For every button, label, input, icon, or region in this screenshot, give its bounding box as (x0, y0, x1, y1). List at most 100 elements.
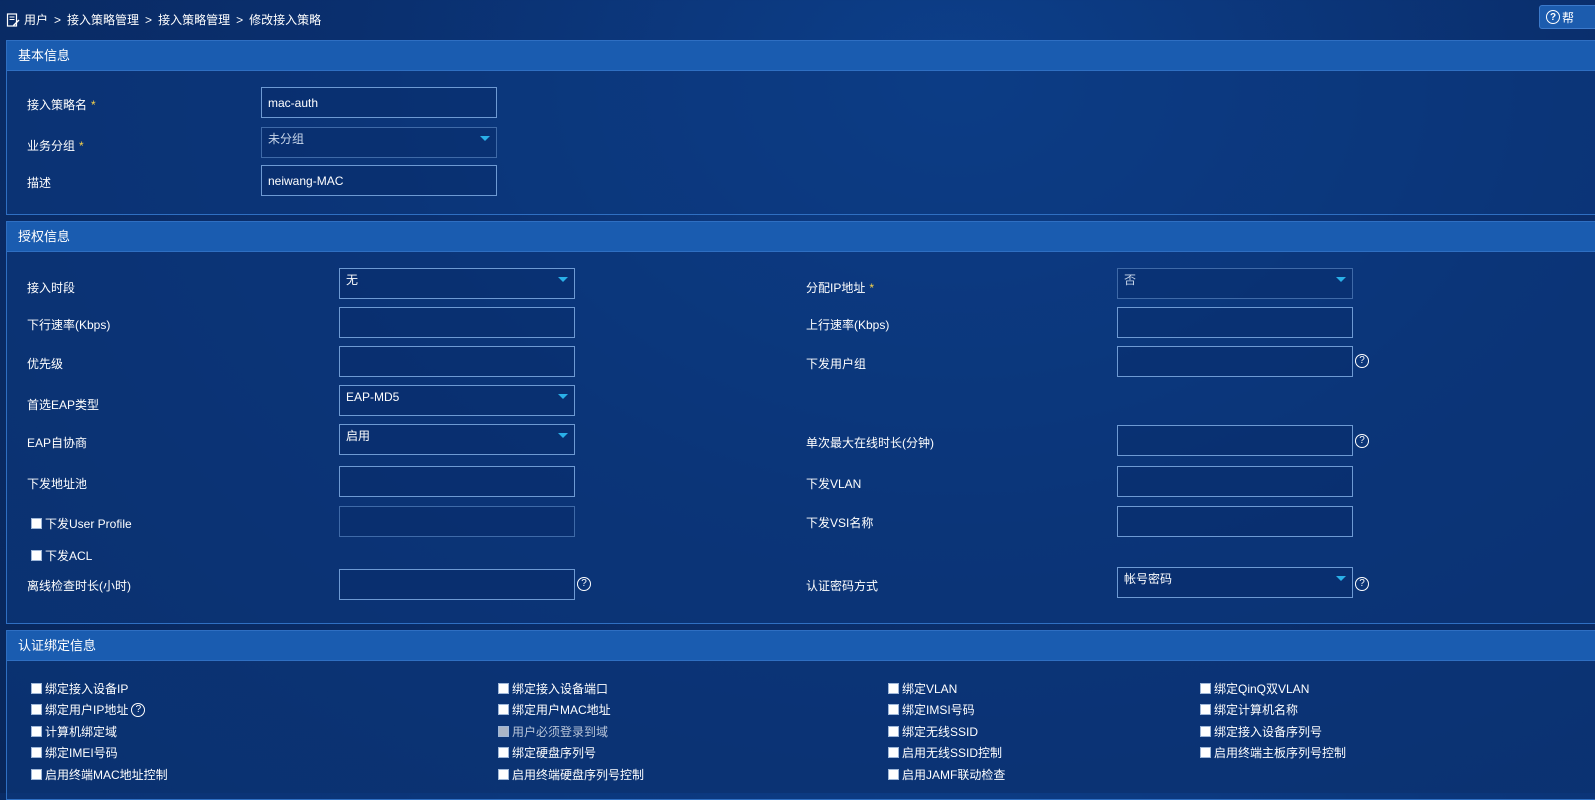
offline-check-input[interactable] (339, 569, 575, 600)
checkbox-label: 绑定IMSI号码 (902, 703, 975, 717)
policy-name-label: 接入策略名 * (27, 98, 96, 112)
vlan-input[interactable] (1117, 466, 1353, 497)
checkbox-label: 绑定接入设备端口 (512, 682, 609, 696)
question-icon[interactable]: ? (1355, 577, 1369, 591)
checkbox-box[interactable] (31, 518, 42, 529)
breadcrumb-separator: > (145, 12, 153, 27)
max-online-input[interactable] (1117, 425, 1353, 456)
checkbox-label: 绑定无线SSID (902, 725, 979, 739)
checkbox-box[interactable] (31, 704, 42, 715)
max-online-label: 单次最大在线时长(分钟) (806, 436, 934, 450)
auth-info-header: 授权信息 (7, 222, 1595, 252)
eap-type-label: 首选EAP类型 (27, 398, 100, 412)
question-icon[interactable]: ? (1355, 434, 1369, 448)
enable-mac-control-checkbox[interactable]: 启用终端MAC地址控制 (31, 766, 168, 783)
bind-device-port-checkbox[interactable]: 绑定接入设备端口 (498, 680, 608, 697)
up-rate-input[interactable] (1117, 307, 1353, 338)
checkbox-box[interactable] (31, 747, 42, 758)
top-bar: 用户 > 接入策略管理 > 接入策略管理 > 修改接入策略 ? 帮 (0, 0, 1595, 38)
checkbox-box[interactable] (31, 726, 42, 737)
bind-imsi-checkbox[interactable]: 绑定IMSI号码 (888, 701, 975, 718)
chevron-down-icon (1336, 277, 1346, 282)
checkbox-label: 绑定VLAN (902, 682, 958, 696)
breadcrumb-item-current: 修改接入策略 (249, 13, 322, 27)
bind-ssid-checkbox[interactable]: 绑定无线SSID (888, 723, 978, 740)
access-time-value: 无 (346, 273, 359, 287)
checkbox-label: 计算机绑定域 (45, 725, 118, 739)
policy-name-input[interactable] (261, 87, 497, 118)
checkbox-box[interactable] (1200, 683, 1211, 694)
vlan-label: 下发VLAN (806, 477, 862, 491)
bind-disk-serial-checkbox[interactable]: 绑定硬盘序列号 (498, 744, 596, 761)
question-icon[interactable]: ? (577, 577, 591, 591)
checkbox-label: 启用终端主板序列号控制 (1214, 746, 1347, 760)
user-profile-input[interactable] (339, 506, 575, 537)
checkbox-box[interactable] (888, 747, 899, 758)
checkbox-box[interactable] (31, 683, 42, 694)
checkbox-box[interactable] (888, 704, 899, 715)
bind-qinq-checkbox[interactable]: 绑定QinQ双VLAN (1200, 680, 1309, 697)
bind-user-ip-checkbox[interactable]: 绑定用户IP地址? (31, 701, 146, 718)
basic-info-header: 基本信息 (7, 41, 1595, 71)
checkbox-box[interactable] (498, 704, 509, 715)
checkbox-box[interactable] (1200, 747, 1211, 758)
down-rate-input[interactable] (339, 307, 575, 338)
eap-nego-select[interactable]: 启用 (339, 424, 575, 455)
question-icon[interactable]: ? (131, 702, 146, 717)
bind-vlan-checkbox[interactable]: 绑定VLAN (888, 680, 957, 697)
breadcrumb-item-access-policy-mgmt[interactable]: 接入策略管理 (67, 11, 139, 28)
enable-mainboard-serial-checkbox[interactable]: 启用终端主板序列号控制 (1200, 744, 1346, 761)
breadcrumb-item-user[interactable]: 用户 (24, 11, 48, 28)
question-icon[interactable]: ? (1355, 354, 1369, 368)
checkbox-label: 绑定用户MAC地址 (512, 703, 611, 717)
group-select[interactable]: 未分组 (261, 127, 497, 158)
chevron-down-icon (480, 136, 490, 141)
checkbox-box[interactable] (888, 726, 899, 737)
breadcrumb-item-access-policy[interactable]: 接入策略管理 (158, 11, 230, 28)
eap-type-select[interactable]: EAP-MD5 (339, 385, 575, 416)
priority-input[interactable] (339, 346, 575, 377)
acl-checkbox[interactable]: 下发ACL (31, 547, 92, 564)
eap-type-value: EAP-MD5 (346, 390, 400, 404)
priority-label: 优先级 (27, 357, 64, 371)
checkbox-label: 绑定IMEI号码 (45, 746, 118, 760)
enable-ssid-control-checkbox[interactable]: 启用无线SSID控制 (888, 744, 1002, 761)
auth-pwd-label: 认证密码方式 (806, 579, 879, 593)
bind-device-serial-checkbox[interactable]: 绑定接入设备序列号 (1200, 723, 1322, 740)
bind-device-ip-checkbox[interactable]: 绑定接入设备IP (31, 680, 128, 697)
checkbox-box[interactable] (1200, 726, 1211, 737)
checkbox-box[interactable] (31, 550, 42, 561)
checkbox-box[interactable] (498, 683, 509, 694)
help-button[interactable]: ? 帮 (1539, 5, 1595, 29)
access-time-select[interactable]: 无 (339, 268, 575, 299)
checkbox-box[interactable] (31, 769, 42, 780)
bind-imei-checkbox[interactable]: 绑定IMEI号码 (31, 744, 118, 761)
vsi-input[interactable] (1117, 506, 1353, 537)
checkbox-box[interactable] (498, 769, 509, 780)
auth-pwd-select[interactable]: 帐号密码 (1117, 567, 1353, 598)
addr-pool-input[interactable] (339, 466, 575, 497)
help-icon: ? (1546, 10, 1560, 24)
checkbox-label: 绑定硬盘序列号 (512, 746, 597, 760)
checkbox-box[interactable] (888, 769, 899, 780)
desc-input[interactable] (261, 165, 497, 196)
checkbox-label: 启用终端硬盘序列号控制 (512, 768, 645, 782)
checkbox-label: 启用JAMF联动检查 (902, 768, 1006, 782)
checkbox-box[interactable] (498, 747, 509, 758)
group-select-value: 未分组 (268, 132, 305, 146)
bind-computer-name-checkbox[interactable]: 绑定计算机名称 (1200, 701, 1298, 718)
breadcrumb-separator: > (54, 12, 62, 27)
bind-user-mac-checkbox[interactable]: 绑定用户MAC地址 (498, 701, 611, 718)
user-profile-checkbox[interactable]: 下发User Profile (31, 515, 132, 532)
checkbox-box[interactable] (888, 683, 899, 694)
enable-disk-serial-control-checkbox[interactable]: 启用终端硬盘序列号控制 (498, 766, 644, 783)
chevron-down-icon (558, 277, 568, 282)
enable-jamf-checkbox[interactable]: 启用JAMF联动检查 (888, 766, 1005, 783)
user-profile-checkbox-label: 下发User Profile (45, 517, 132, 531)
checkbox-box[interactable] (1200, 704, 1211, 715)
chevron-down-icon (558, 394, 568, 399)
user-group-label: 下发用户组 (806, 357, 867, 371)
computer-domain-checkbox[interactable]: 计算机绑定域 (31, 723, 117, 740)
user-group-input[interactable] (1117, 346, 1353, 377)
assign-ip-select[interactable]: 否 (1117, 268, 1353, 299)
